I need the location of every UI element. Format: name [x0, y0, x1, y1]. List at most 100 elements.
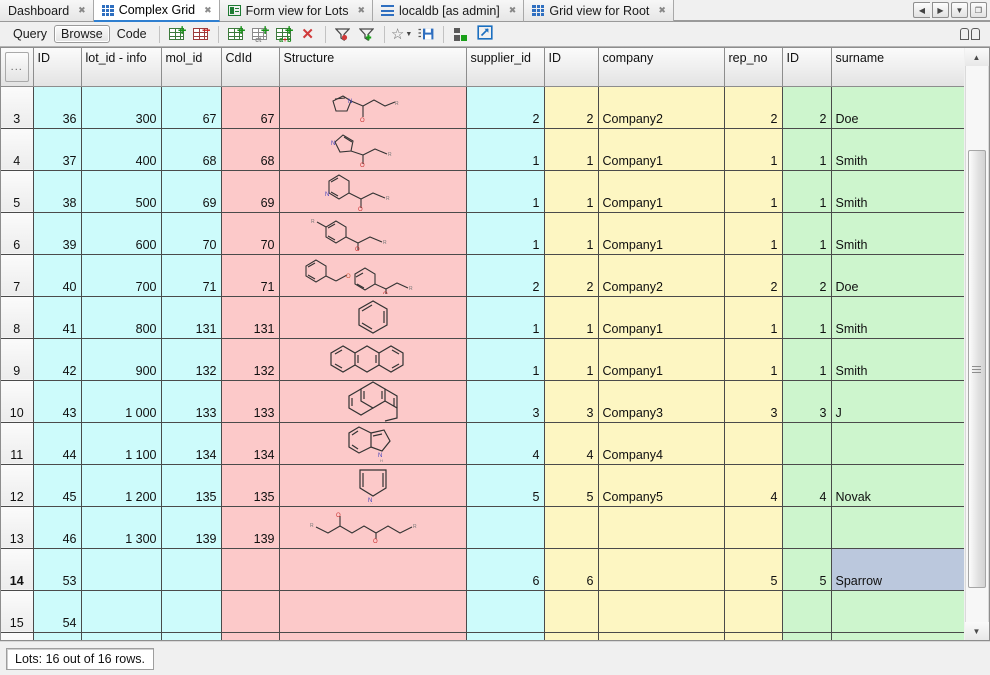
- cell-company[interactable]: Company1: [598, 170, 724, 212]
- cell-surname[interactable]: Doe: [831, 86, 964, 128]
- close-icon[interactable]: ✖: [204, 5, 212, 16]
- row-number-header[interactable]: 11: [1, 422, 33, 464]
- add-record-button[interactable]: +: [224, 24, 248, 45]
- add-filter-button[interactable]: [355, 24, 379, 45]
- browse-mode-button[interactable]: Browse: [54, 25, 110, 43]
- cell-rep_no[interactable]: [724, 506, 782, 548]
- cell-structure[interactable]: NOR: [279, 86, 466, 128]
- cell-id[interactable]: 41: [33, 296, 81, 338]
- cell-lot_id[interactable]: 900: [81, 338, 161, 380]
- save-list-button[interactable]: [414, 24, 438, 45]
- close-icon[interactable]: ✖: [658, 5, 666, 16]
- tab-list-dropdown-button[interactable]: ▼: [951, 2, 968, 18]
- cell-id[interactable]: 42: [33, 338, 81, 380]
- cell-mol_id[interactable]: 70: [161, 212, 221, 254]
- cell-id2[interactable]: 3: [544, 380, 598, 422]
- table-row[interactable]: 1655: [1, 632, 964, 641]
- cell-id3[interactable]: [782, 590, 831, 632]
- cell-rep_no[interactable]: 1: [724, 296, 782, 338]
- table-row[interactable]: 94290013213211Company111Smith: [1, 338, 964, 380]
- row-number-header[interactable]: 3: [1, 86, 33, 128]
- cell-lot_id[interactable]: 800: [81, 296, 161, 338]
- cell-supplier_id[interactable]: [466, 590, 544, 632]
- column-header-mol_id[interactable]: mol_id: [161, 48, 221, 86]
- cell-surname[interactable]: [831, 590, 964, 632]
- cell-supplier_id[interactable]: 1: [466, 212, 544, 254]
- cell-id3[interactable]: [782, 632, 831, 641]
- delete-row-button[interactable]: −: [189, 24, 213, 45]
- scrollbar-thumb[interactable]: [968, 150, 986, 588]
- cell-cdid[interactable]: [221, 548, 279, 590]
- restore-window-button[interactable]: ❐: [970, 2, 987, 18]
- cell-id2[interactable]: 6: [544, 548, 598, 590]
- cell-cdid[interactable]: 132: [221, 338, 279, 380]
- cell-mol_id[interactable]: 71: [161, 254, 221, 296]
- cell-id2[interactable]: [544, 506, 598, 548]
- add-text-button[interactable]: +a+b: [272, 24, 296, 45]
- cell-lot_id[interactable]: 500: [81, 170, 161, 212]
- tab-complex-grid[interactable]: Complex Grid ✖: [94, 0, 220, 22]
- cell-id3[interactable]: 1: [782, 128, 831, 170]
- delete-button[interactable]: ✕: [296, 24, 320, 45]
- table-row[interactable]: 10431 00013313333Company333J: [1, 380, 964, 422]
- cell-mol_id[interactable]: 131: [161, 296, 221, 338]
- cell-cdid[interactable]: 139: [221, 506, 279, 548]
- cell-mol_id[interactable]: 133: [161, 380, 221, 422]
- filter-button[interactable]: [331, 24, 355, 45]
- scroll-up-button[interactable]: ▲: [965, 48, 989, 66]
- table-row[interactable]: 11441 100134134NH44Company4: [1, 422, 964, 464]
- cell-structure[interactable]: NOR: [279, 128, 466, 170]
- cell-lot_id[interactable]: 700: [81, 254, 161, 296]
- cell-rep_no[interactable]: 4: [724, 464, 782, 506]
- row-number-header[interactable]: 7: [1, 254, 33, 296]
- query-mode-button[interactable]: Query: [6, 25, 54, 43]
- scrollbar-track[interactable]: [965, 66, 989, 622]
- cell-id3[interactable]: [782, 422, 831, 464]
- cell-surname[interactable]: Doe: [831, 254, 964, 296]
- row-number-header[interactable]: 10: [1, 380, 33, 422]
- row-number-header[interactable]: 9: [1, 338, 33, 380]
- cell-structure[interactable]: NH: [279, 422, 466, 464]
- cell-cdid[interactable]: 67: [221, 86, 279, 128]
- cell-surname[interactable]: J: [831, 380, 964, 422]
- cell-cdid[interactable]: 133: [221, 380, 279, 422]
- cell-surname[interactable]: Smith: [831, 296, 964, 338]
- cell-lot_id[interactable]: 1 300: [81, 506, 161, 548]
- cell-lot_id[interactable]: [81, 590, 161, 632]
- cell-supplier_id[interactable]: [466, 506, 544, 548]
- cell-cdid[interactable]: 131: [221, 296, 279, 338]
- scroll-tabs-right-button[interactable]: ▶: [932, 2, 949, 18]
- cell-structure[interactable]: NOR: [279, 170, 466, 212]
- cell-company[interactable]: Company4: [598, 422, 724, 464]
- scroll-down-button[interactable]: ▼: [965, 622, 989, 640]
- cell-company[interactable]: [598, 632, 724, 641]
- cell-id[interactable]: 53: [33, 548, 81, 590]
- cell-company[interactable]: [598, 548, 724, 590]
- cell-id2[interactable]: 4: [544, 422, 598, 464]
- column-header-cdid[interactable]: CdId: [221, 48, 279, 86]
- table-row[interactable]: 6396007070ROR11Company111Smith: [1, 212, 964, 254]
- tab-form-view-for-lots[interactable]: Form view for Lots ✖: [220, 0, 373, 22]
- cell-cdid[interactable]: 71: [221, 254, 279, 296]
- row-number-header[interactable]: 6: [1, 212, 33, 254]
- cell-id[interactable]: 36: [33, 86, 81, 128]
- cell-id2[interactable]: 5: [544, 464, 598, 506]
- cell-rep_no[interactable]: 2: [724, 86, 782, 128]
- table-row[interactable]: 3363006767NOR22Company222Doe: [1, 86, 964, 128]
- row-header-corner[interactable]: ...: [1, 48, 33, 86]
- cell-id2[interactable]: 1: [544, 296, 598, 338]
- code-mode-button[interactable]: Code: [110, 25, 154, 43]
- cell-cdid[interactable]: 68: [221, 128, 279, 170]
- cell-rep_no[interactable]: [724, 590, 782, 632]
- cell-id3[interactable]: 1: [782, 212, 831, 254]
- cell-id2[interactable]: [544, 632, 598, 641]
- column-header-id3[interactable]: ID: [782, 48, 831, 86]
- cell-mol_id[interactable]: [161, 548, 221, 590]
- cell-supplier_id[interactable]: 1: [466, 338, 544, 380]
- cell-rep_no[interactable]: [724, 422, 782, 464]
- cell-company[interactable]: Company2: [598, 254, 724, 296]
- cell-rep_no[interactable]: 1: [724, 212, 782, 254]
- cell-mol_id[interactable]: 135: [161, 464, 221, 506]
- table-row[interactable]: 4374006868NOR11Company111Smith: [1, 128, 964, 170]
- cell-mol_id[interactable]: 69: [161, 170, 221, 212]
